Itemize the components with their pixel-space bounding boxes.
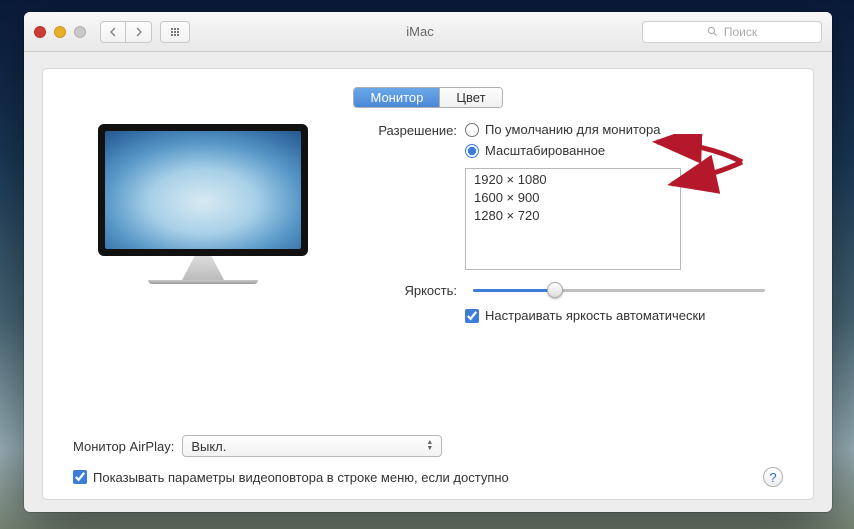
zoom-icon xyxy=(74,26,86,38)
resolution-default-radio[interactable]: По умолчанию для монитора xyxy=(465,122,660,137)
close-icon[interactable] xyxy=(34,26,46,38)
content-area: Монитор Цвет Разрешение: xyxy=(24,52,832,512)
tab-segmented-control: Монитор Цвет xyxy=(353,87,502,108)
brightness-label: Яркость: xyxy=(357,282,457,298)
titlebar: iMac Поиск xyxy=(24,12,832,52)
resolution-option[interactable]: 1920 × 1080 xyxy=(474,171,672,189)
show-all-button[interactable] xyxy=(160,21,190,43)
tab-monitor[interactable]: Монитор xyxy=(354,88,439,107)
resolution-list[interactable]: 1920 × 1080 1600 × 900 1280 × 720 xyxy=(465,168,681,270)
chevron-up-down-icon: ▲▼ xyxy=(426,440,433,452)
tab-color[interactable]: Цвет xyxy=(439,88,501,107)
traffic-lights xyxy=(34,26,86,38)
preferences-window: iMac Поиск Монитор Цвет xyxy=(24,12,832,512)
radio-input-scaled[interactable] xyxy=(465,144,479,158)
forward-button[interactable] xyxy=(126,21,152,43)
back-button[interactable] xyxy=(100,21,126,43)
search-input[interactable]: Поиск xyxy=(642,21,822,43)
checkbox-input[interactable] xyxy=(73,470,87,484)
grid-icon xyxy=(171,28,179,36)
auto-brightness-checkbox[interactable]: Настраивать яркость автоматически xyxy=(465,308,783,323)
resolution-option[interactable]: 1600 × 900 xyxy=(474,189,672,207)
brightness-slider[interactable] xyxy=(473,280,765,300)
search-placeholder: Поиск xyxy=(724,25,757,39)
help-button[interactable]: ? xyxy=(763,467,783,487)
show-mirroring-checkbox[interactable]: Показывать параметры видеоповтора в стро… xyxy=(73,470,509,485)
airplay-label: Монитор AirPlay: xyxy=(73,439,174,454)
resolution-option[interactable]: 1280 × 720 xyxy=(474,207,672,225)
slider-thumb[interactable] xyxy=(547,282,563,298)
nav-buttons xyxy=(100,21,152,43)
search-icon xyxy=(707,26,718,37)
airplay-select[interactable]: Выкл. ▲▼ xyxy=(182,435,442,457)
resolution-scaled-radio[interactable]: Масштабированное xyxy=(465,143,660,158)
slider-fill xyxy=(473,289,555,292)
resolution-label: Разрешение: xyxy=(357,122,457,138)
settings-panel: Монитор Цвет Разрешение: xyxy=(42,68,814,500)
checkbox-input[interactable] xyxy=(465,309,479,323)
minimize-icon[interactable] xyxy=(54,26,66,38)
window-title: iMac xyxy=(198,24,642,39)
radio-input-default[interactable] xyxy=(465,123,479,137)
monitor-image xyxy=(98,124,308,284)
